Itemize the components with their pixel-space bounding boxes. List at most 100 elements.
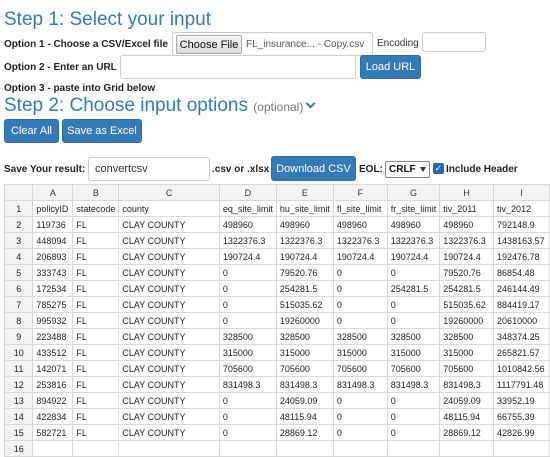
grid-cell[interactable]: 333743 [32, 264, 74, 281]
grid-cell[interactable]: 328500 [332, 328, 388, 345]
grid-cell[interactable]: 0 [386, 408, 441, 425]
grid-cell[interactable]: 254281.5 [439, 280, 495, 297]
grid-cell[interactable]: FL [72, 280, 120, 297]
grid-cell[interactable]: FL [72, 344, 120, 361]
grid-cell[interactable]: 0 [386, 264, 441, 281]
grid-cell[interactable]: 33952.19 [493, 392, 550, 409]
grid-cell[interactable]: FL [72, 392, 120, 409]
grid-cell[interactable]: FL [72, 248, 120, 265]
grid-cell[interactable]: CLAY COUNTY [118, 328, 220, 345]
grid-cell[interactable]: 0 [218, 280, 277, 297]
load-url-button[interactable]: Load URL [360, 55, 421, 79]
grid-cell[interactable]: 705600 [275, 360, 334, 377]
grid-cell[interactable]: FL [72, 312, 120, 329]
grid-cell[interactable]: 515035.62 [439, 296, 495, 313]
row-header[interactable]: 6 [3, 280, 34, 297]
grid-cell[interactable]: 315000 [386, 344, 441, 361]
grid-cell[interactable]: 498960 [218, 216, 277, 233]
grid-cell[interactable]: 448094 [32, 232, 74, 249]
grid-cell[interactable]: CLAY COUNTY [118, 264, 220, 281]
grid-cell[interactable]: county [118, 200, 220, 217]
grid-cell[interactable]: 0 [332, 408, 388, 425]
clear-all-button[interactable]: Clear All [4, 119, 59, 143]
grid-cell[interactable]: 831498.3 [218, 376, 277, 393]
row-header[interactable]: 2 [3, 216, 34, 233]
data-grid[interactable]: A B C D E F G H I 1 policyID statecode coun… [3, 184, 550, 457]
save-as-excel-button[interactable]: Save as Excel [62, 119, 142, 143]
grid-cell[interactable]: 48115.94 [439, 408, 495, 425]
grid-cell[interactable]: CLAY COUNTY [118, 216, 220, 233]
grid-cell[interactable]: 995932 [32, 312, 74, 329]
grid-cell[interactable]: 705600 [439, 360, 495, 377]
grid-cell[interactable]: 498960 [332, 216, 388, 233]
grid-cell[interactable]: fl_site_limit [332, 200, 388, 217]
row-header[interactable]: 7 [3, 296, 34, 313]
choose-file-button[interactable]: Choose File [176, 35, 242, 54]
grid-cell[interactable]: 223488 [32, 328, 74, 345]
grid-cell[interactable]: FL [72, 360, 120, 377]
row-header[interactable]: 10 [3, 344, 34, 361]
column-header[interactable]: I [493, 184, 550, 201]
grid-cell[interactable]: 328500 [275, 328, 334, 345]
grid-cell[interactable]: 0 [332, 296, 388, 313]
grid-cell[interactable]: 894922 [32, 392, 74, 409]
row-header[interactable]: 8 [3, 312, 34, 329]
row-header[interactable]: 3 [3, 232, 34, 249]
grid-cell[interactable]: hu_site_limit [275, 200, 334, 217]
grid-cell[interactable]: FL [72, 216, 120, 233]
grid-cell[interactable]: 315000 [275, 344, 334, 361]
row-header[interactable]: 5 [3, 264, 34, 281]
download-csv-button[interactable]: Download CSV [271, 156, 356, 181]
grid-cell[interactable]: 1322376.3 [218, 232, 277, 249]
grid-cell[interactable]: 328500 [218, 328, 277, 345]
grid-cell[interactable]: 0 [218, 296, 277, 313]
grid-cell[interactable]: 315000 [218, 344, 277, 361]
grid-cell[interactable]: 515035.62 [275, 296, 334, 313]
grid-cell[interactable]: 433512 [32, 344, 74, 361]
grid-cell[interactable]: 172534 [32, 280, 74, 297]
grid-cell[interactable]: CLAY COUNTY [118, 376, 220, 393]
grid-cell[interactable]: 190724.4 [386, 248, 441, 265]
column-header[interactable]: B [72, 184, 120, 201]
corner-cell[interactable] [3, 184, 34, 201]
grid-cell[interactable]: 0 [218, 408, 277, 425]
row-header[interactable]: 1 [3, 200, 34, 217]
grid-cell[interactable]: 315000 [439, 344, 495, 361]
grid-cell[interactable]: 0 [218, 264, 277, 281]
grid-cell[interactable]: 831498.3 [332, 376, 388, 393]
grid-cell[interactable]: CLAY COUNTY [118, 296, 220, 313]
grid-cell[interactable]: CLAY COUNTY [118, 312, 220, 329]
grid-cell[interactable]: 28869.12 [275, 424, 334, 441]
row-header[interactable]: 11 [3, 360, 34, 377]
grid-cell[interactable]: 792148.9 [493, 216, 550, 233]
grid-cell[interactable]: 705600 [386, 360, 441, 377]
grid-cell[interactable]: 253816 [32, 376, 74, 393]
grid-cell[interactable]: 1117791.48 [493, 376, 550, 393]
column-header[interactable]: F [332, 184, 388, 201]
column-header[interactable]: A [32, 184, 74, 201]
optional-toggle[interactable]: (optional) [253, 98, 316, 114]
grid-cell[interactable]: FL [72, 408, 120, 425]
column-header[interactable]: G [386, 184, 441, 201]
grid-cell[interactable]: 498960 [386, 216, 441, 233]
grid-cell[interactable]: policyID [32, 200, 74, 217]
grid-cell[interactable]: 1438163.57 [493, 232, 550, 249]
grid-cell[interactable]: tiv_2012 [493, 200, 550, 217]
grid-cell[interactable]: 142071 [32, 360, 74, 377]
grid-cell[interactable]: 19260000 [439, 312, 495, 329]
grid-cell[interactable]: CLAY COUNTY [118, 248, 220, 265]
include-header-checkbox[interactable]: ✓ [433, 163, 444, 174]
grid-cell[interactable]: 498960 [275, 216, 334, 233]
column-header[interactable]: H [439, 184, 495, 201]
grid-cell[interactable]: 1322376.3 [275, 232, 334, 249]
grid-cell[interactable]: 831498.3 [275, 376, 334, 393]
grid-cell[interactable]: 66755.39 [493, 408, 550, 425]
grid-cell[interactable]: eq_site_limit [218, 200, 277, 217]
grid-cell[interactable]: CLAY COUNTY [118, 232, 220, 249]
grid-cell[interactable]: 48115.94 [275, 408, 334, 425]
output-filename-input[interactable] [88, 157, 210, 181]
grid-cell[interactable]: 0 [218, 312, 277, 329]
grid-cell[interactable]: 0 [386, 424, 441, 441]
grid-cell[interactable]: 192476.78 [493, 248, 550, 265]
grid-cell[interactable]: 254281.5 [275, 280, 334, 297]
